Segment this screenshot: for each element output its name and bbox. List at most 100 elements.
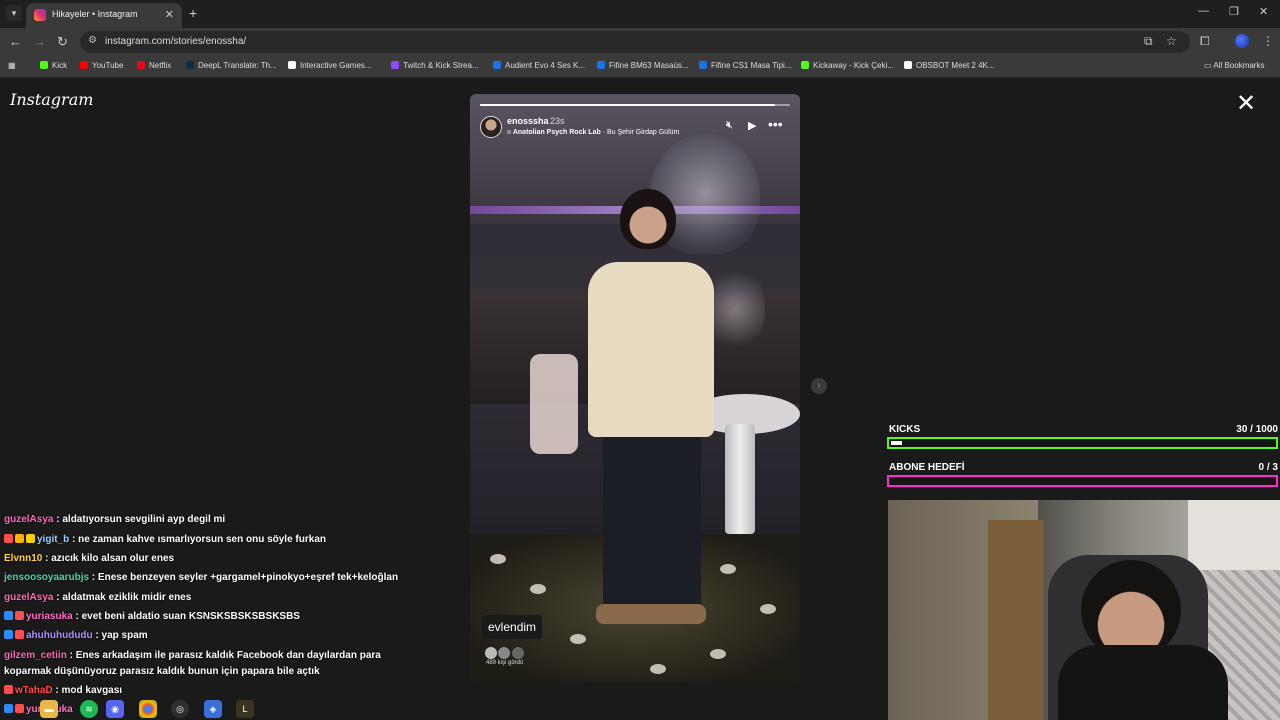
story-photo-person-shoes	[596, 604, 706, 624]
back-button[interactable]: ←	[9, 34, 22, 49]
story-viewer[interactable]: enosssha 23s ıı Anatolian Psych Rock Lab…	[470, 94, 800, 682]
chat-text: : Enese benzeyen seyler +gargamel+pinoky…	[89, 572, 399, 583]
chat-message: guzelAsya : aldatmak eziklik midir enes	[4, 592, 191, 603]
chat-badge-icon	[15, 611, 24, 620]
install-app-icon[interactable]: ⧉	[1144, 34, 1153, 49]
folder-icon: ▭	[1204, 61, 1214, 70]
bookmark-label: Interactive Games...	[300, 61, 372, 70]
bookmark-item[interactable]: Kick	[40, 61, 67, 70]
story-user-avatar[interactable]	[480, 116, 502, 138]
webcam-wall	[1188, 500, 1280, 570]
bookmark-star-icon[interactable]: ☆	[1166, 34, 1177, 48]
bookmark-item[interactable]: Netflix	[137, 61, 171, 70]
app-icon[interactable]: ◈	[204, 700, 222, 718]
bookmark-item[interactable]: Audient Evo 4 Ses K...	[493, 61, 585, 70]
new-tab-button[interactable]: +	[189, 5, 197, 21]
kicks-goal-bar	[887, 437, 1278, 449]
close-stories-icon[interactable]: ✕	[1236, 92, 1256, 116]
story-photo-chair	[530, 354, 578, 454]
apps-icon[interactable]: ▦	[8, 61, 16, 70]
petal	[710, 649, 726, 659]
reload-button[interactable]: ↻	[57, 34, 68, 50]
browser-tab-active[interactable]: Hikayeler • Instagram ✕	[26, 3, 182, 28]
chat-username: gilzem_cetiin	[4, 650, 67, 661]
bookmark-favicon-icon	[137, 61, 145, 69]
chat-username: guzelAsya	[4, 514, 54, 525]
mute-icon[interactable]: 🔇︎	[726, 119, 733, 132]
bookmark-favicon-icon	[699, 61, 707, 69]
story-photo-person-legs	[603, 429, 701, 609]
viewer-avatar	[497, 646, 512, 660]
spotify-icon[interactable]: ≋	[80, 700, 98, 718]
restore-button[interactable]: ❐	[1229, 5, 1239, 18]
chat-message: yigit_b : ne zaman kahve ısmarlıyorsun s…	[4, 534, 326, 545]
chat-message: yuriasuka : evet beni aldatio suan KSNSK…	[4, 611, 300, 622]
bookmark-label: Fifine BM63 Masaüs...	[609, 61, 689, 70]
bookmark-item[interactable]: Fifine CS1 Masa Tipi...	[699, 61, 791, 70]
discord-icon[interactable]: ◉	[106, 700, 124, 718]
bookmark-item[interactable]: OBSBOT Meet 2 4K...	[904, 61, 995, 70]
petal	[570, 634, 586, 644]
chat-badge-icon	[15, 630, 24, 639]
story-username[interactable]: enosssha	[507, 116, 549, 126]
minimize-button[interactable]: —	[1198, 5, 1209, 17]
bookmark-item[interactable]: Twitch & Kick Strea...	[391, 61, 479, 70]
bookmark-label: Netflix	[149, 61, 172, 70]
bookmark-item[interactable]: YouTube	[80, 61, 123, 70]
chrome-icon[interactable]	[139, 700, 157, 718]
story-music-info[interactable]: ıı Anatolian Psych Rock Lab · Bu Şehir G…	[507, 129, 679, 136]
chat-message: guzelAsya : aldatıyorsun sevgilini ayp d…	[4, 514, 225, 525]
viewer-avatar	[510, 646, 525, 660]
story-viewers-count[interactable]: 489 kişi gördü	[486, 660, 523, 666]
story-photo-person-head	[620, 189, 676, 249]
bookmark-item[interactable]: Fifine BM63 Masaüs...	[597, 61, 689, 70]
tab-title: Hikayeler • Instagram	[52, 9, 138, 19]
league-icon[interactable]: L	[236, 700, 254, 718]
menu-icon[interactable]: ⋮	[1262, 34, 1274, 48]
bookmark-item[interactable]: Kickaway - Kick Çeki...	[801, 61, 894, 70]
webcam-streamer-body	[1058, 645, 1228, 720]
chat-text: : yap spam	[92, 630, 148, 641]
address-bar[interactable]: ⚙ instagram.com/stories/enossha/	[80, 31, 1190, 53]
petal	[720, 564, 736, 574]
chat-message: koparmak düşünüyoruz parasız kaldık bunu…	[4, 666, 320, 677]
all-bookmarks-button[interactable]: ▭ All Bookmarks	[1204, 61, 1264, 70]
chat-text: : aldatmak eziklik midir enes	[53, 592, 192, 603]
webcam-overlay	[888, 500, 1280, 720]
chat-username: guzelAsya	[4, 592, 54, 603]
bookmark-favicon-icon	[391, 61, 399, 69]
chat-badge-icon	[26, 534, 35, 543]
next-story-arrow-icon[interactable]: ›	[811, 378, 827, 394]
bookmark-favicon-icon	[40, 61, 48, 69]
bookmark-label: Audient Evo 4 Ses K...	[505, 61, 586, 70]
extensions-icon[interactable]: ⧠	[1200, 34, 1210, 49]
more-options-icon[interactable]: •••	[768, 116, 783, 132]
chat-message: wTahaD : mod kavgası	[4, 685, 122, 696]
profile-avatar[interactable]	[1235, 34, 1249, 48]
bookmark-favicon-icon	[904, 61, 912, 69]
obs-icon[interactable]: ◎	[171, 700, 189, 718]
music-song: · Bu Şehir Girdap Gülüm	[600, 129, 680, 136]
file-explorer-icon[interactable]: ▬	[40, 700, 58, 718]
bookmark-label: Fifine CS1 Masa Tipi...	[711, 61, 792, 70]
window-close-button[interactable]: ✕	[1259, 5, 1268, 18]
music-artist: Anatolian Psych Rock Lab	[512, 129, 601, 136]
viewer-avatar	[484, 646, 498, 660]
chat-badge-icon	[4, 685, 13, 694]
site-info-icon[interactable]: ⚙	[88, 35, 97, 46]
kicks-goal-label: KICKS	[889, 424, 921, 435]
instagram-logo[interactable]: Instagram	[10, 90, 93, 109]
story-progress-fill	[480, 104, 775, 106]
bookmark-item[interactable]: DeepL Translate: Th...	[186, 61, 277, 70]
forward-button[interactable]: →	[33, 34, 46, 49]
bookmark-item[interactable]: Interactive Games...	[288, 61, 372, 70]
chat-text: : ne zaman kahve ısmarlıyorsun sen onu s…	[69, 534, 326, 545]
taskbar: ▬ ≋ ◉ ◎ ◈ L	[0, 698, 280, 720]
url-text[interactable]: instagram.com/stories/enossha/	[105, 36, 246, 47]
tab-close-icon[interactable]: ✕	[165, 8, 174, 21]
play-icon[interactable]: ▶	[748, 119, 756, 132]
chat-badge-icon	[4, 611, 13, 620]
browser-toolbar: ← → ↻ ⚙ instagram.com/stories/enossha/ ⧉…	[0, 28, 1280, 56]
chat-message: gilzem_cetiin : Enes arkadaşım ile paras…	[4, 650, 381, 661]
tab-search-button[interactable]: ▾	[6, 5, 22, 21]
